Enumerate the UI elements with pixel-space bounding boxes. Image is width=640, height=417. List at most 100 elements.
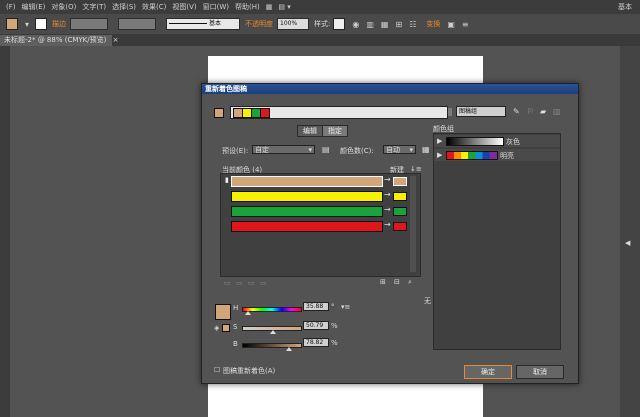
document-tab[interactable]: 未标题-2* @ 88% (CMYK/预览) × xyxy=(0,35,118,46)
right-panel-dock: ◀ xyxy=(620,46,640,417)
random-saturation-icon[interactable]: ⊟ xyxy=(394,278,400,286)
distribute-vertical-icon[interactable]: ☷ xyxy=(409,20,416,29)
fill-swatch[interactable] xyxy=(6,18,18,30)
editor-menu-icon[interactable]: ▾≡ xyxy=(341,303,350,311)
find-color-icon[interactable]: ⌕ xyxy=(408,278,412,287)
isolate-icon[interactable]: ▣ xyxy=(447,20,455,29)
h-value-field[interactable]: 35.88 xyxy=(303,302,329,311)
ok-button[interactable]: 确定 xyxy=(464,365,512,379)
color-group-row[interactable]: ▶ 明亮 xyxy=(434,149,560,161)
stroke-weight-field[interactable] xyxy=(70,18,109,30)
eyedropper-icon[interactable]: ✎ xyxy=(513,107,520,116)
new-row-icon[interactable]: ▭ xyxy=(260,279,267,287)
transform-label[interactable]: 变换 xyxy=(426,19,440,29)
stroke-label[interactable]: 描边 xyxy=(52,19,66,29)
workspace-label[interactable]: 基本 xyxy=(618,2,632,12)
new-group-icon[interactable]: ⚐ xyxy=(527,107,534,116)
mapping-arrow-icon[interactable]: → xyxy=(384,175,391,184)
row-handle-icon[interactable]: ▮ xyxy=(225,176,229,184)
menu-window[interactable]: 窗口(W) xyxy=(203,2,229,12)
expand-panel-icon[interactable]: ◀ xyxy=(625,239,630,247)
group-bright-label: 明亮 xyxy=(500,152,514,160)
color-group-row[interactable]: ▶ 灰色 xyxy=(434,135,560,147)
preset-options-icon[interactable]: ▤ xyxy=(322,145,330,154)
color-group-strip[interactable] xyxy=(230,106,448,119)
menu-help[interactable]: 帮助(H) xyxy=(235,2,260,12)
opacity-label[interactable]: 不透明度 xyxy=(245,19,273,29)
color-count-dropdown[interactable]: 自动 ▾ xyxy=(383,145,416,154)
new-color-tan[interactable] xyxy=(393,177,407,186)
stroke-style-label: 基本 xyxy=(208,20,221,27)
menu-type[interactable]: 文字(T) xyxy=(82,2,106,12)
current-color-row-yellow[interactable] xyxy=(231,191,383,202)
trash-icon[interactable]: ▥ xyxy=(553,107,561,116)
recolor-checkbox-label: 图稿重新着色(A) xyxy=(223,367,276,375)
exclude-colors-icon[interactable]: ▭ xyxy=(248,279,255,287)
recolor-checkbox[interactable]: ☐ xyxy=(214,366,220,374)
menu-object[interactable]: 对象(O) xyxy=(51,2,76,12)
panel-menu-icon[interactable]: ≡ xyxy=(462,20,469,29)
arrange-icon[interactable]: ▤ ▾ xyxy=(278,3,290,11)
strip-swatch-red xyxy=(260,108,270,118)
current-color-row-tan[interactable] xyxy=(231,176,383,187)
tab-edit[interactable]: 编辑 xyxy=(297,125,323,137)
mapping-arrow-icon[interactable]: → xyxy=(384,205,391,214)
distribute-icon[interactable]: ⊞ xyxy=(395,20,402,29)
new-color-red[interactable] xyxy=(393,222,407,231)
align-icon[interactable]: ▥ xyxy=(366,20,374,29)
random-color-order-icon[interactable]: ⊞ xyxy=(380,278,386,286)
recolor-artwork-dialog: 重新着色图稿 图稿组 ✎ ⚐ ▰ ▥ 编辑 指定 颜色组 预设(E): 自定 ▾… xyxy=(201,83,579,384)
s-label: S xyxy=(233,323,238,331)
folder-icon[interactable]: ▰ xyxy=(540,107,546,116)
close-tab-icon[interactable]: × xyxy=(113,36,119,44)
recolor-icon[interactable]: ◉ xyxy=(352,20,359,29)
color-count-value: 自动 xyxy=(386,146,400,154)
saturation-slider-thumb[interactable] xyxy=(270,330,276,334)
s-value-field[interactable]: 50.79 xyxy=(303,321,329,330)
opacity-field[interactable]: 100% xyxy=(277,18,310,30)
group-name-field[interactable]: 图稿组 xyxy=(456,106,506,117)
bright-group-swatches xyxy=(446,151,498,160)
stroke-style-dropdown[interactable]: 基本 xyxy=(166,18,241,30)
menu-select[interactable]: 选择(S) xyxy=(112,2,136,12)
new-column-menu-icon[interactable]: ↓≡ xyxy=(410,165,422,173)
mapping-arrow-icon[interactable]: → xyxy=(384,190,391,199)
expand-arrow-icon[interactable]: ▶ xyxy=(437,151,442,159)
b-value-field[interactable]: 78.82 xyxy=(303,338,329,347)
variable-width-dropdown[interactable] xyxy=(118,18,157,30)
selected-color-preview[interactable] xyxy=(215,304,231,320)
merge-colors-icon[interactable]: ▭ xyxy=(224,279,231,287)
bridge-icon[interactable]: ▦ xyxy=(266,3,273,11)
separate-colors-icon[interactable]: ▭ xyxy=(236,279,243,287)
cancel-button[interactable]: 取消 xyxy=(516,365,564,379)
menu-file[interactable]: (F) xyxy=(6,3,16,11)
color-count-options-icon[interactable]: ▦ xyxy=(422,145,430,154)
menu-view[interactable]: 视图(V) xyxy=(172,2,196,12)
menu-edit[interactable]: 编辑(E) xyxy=(22,2,46,12)
graphic-style-swatch[interactable] xyxy=(333,18,346,30)
brightness-slider-thumb[interactable] xyxy=(286,347,292,351)
none-label: 无 xyxy=(424,297,431,305)
menu-effect[interactable]: 效果(C) xyxy=(142,2,166,12)
new-color-green[interactable] xyxy=(393,207,407,216)
current-color-row-green[interactable] xyxy=(231,206,383,217)
mapping-arrow-icon[interactable]: → xyxy=(384,220,391,229)
stroke-swatch[interactable] xyxy=(35,18,48,30)
color-list-scrollbar[interactable] xyxy=(410,176,416,272)
brightness-slider[interactable] xyxy=(242,343,302,348)
hue-slider-thumb[interactable] xyxy=(245,311,251,315)
new-color-yellow[interactable] xyxy=(393,192,407,201)
h-label: H xyxy=(233,304,239,312)
expand-arrow-icon[interactable]: ▶ xyxy=(437,137,442,145)
tab-assign[interactable]: 指定 xyxy=(322,125,348,137)
artwork-color-icon[interactable] xyxy=(214,108,224,118)
strip-scroll[interactable] xyxy=(448,108,452,116)
group-gray-label: 灰色 xyxy=(506,138,520,146)
align-center-icon[interactable]: ▦ xyxy=(381,20,389,29)
hue-slider[interactable] xyxy=(242,307,302,312)
color-mode-icon[interactable]: ◈ xyxy=(214,324,219,332)
current-color-row-red[interactable] xyxy=(231,221,383,232)
preset-dropdown[interactable]: 自定 ▾ xyxy=(252,145,315,154)
dropdown-arrow-icon[interactable]: ▾ xyxy=(25,20,29,29)
percent-symbol: % xyxy=(331,339,338,347)
